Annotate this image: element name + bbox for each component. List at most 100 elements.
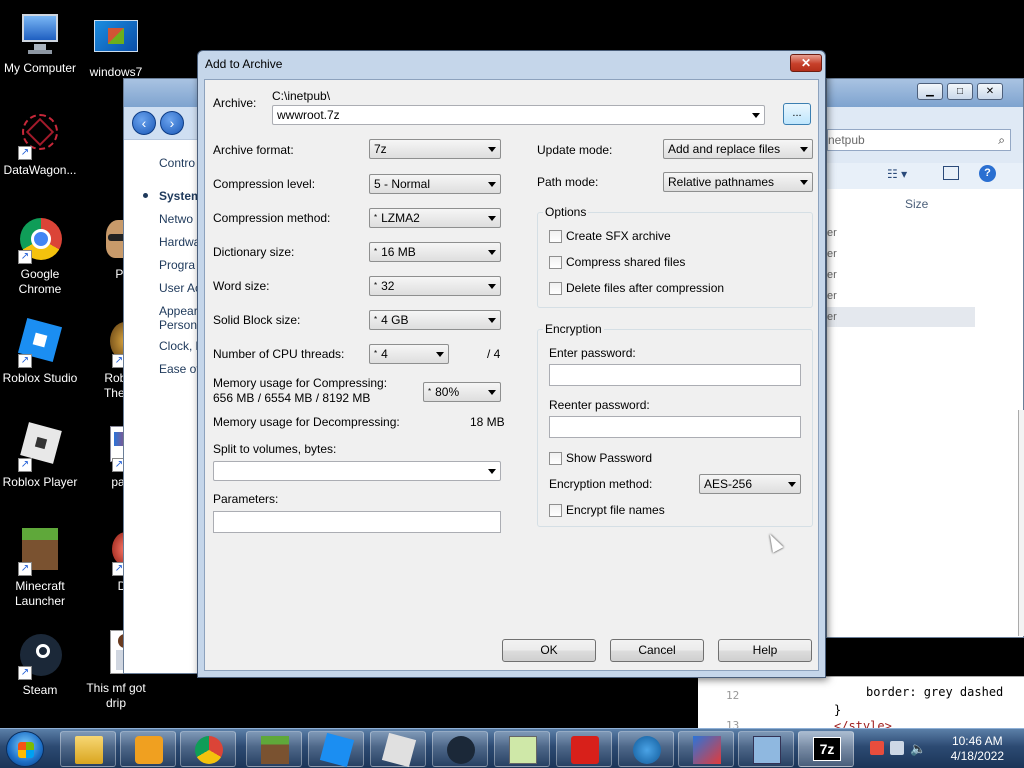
back-arrow-icon[interactable]: ‹ <box>132 111 156 135</box>
desktop-icon-windows7[interactable]: windows7 <box>76 14 156 80</box>
encryption-method-value: AES-256 <box>704 477 753 491</box>
list-item[interactable]: er <box>827 227 837 239</box>
taskbar-paint[interactable] <box>678 731 734 767</box>
taskbar-steam[interactable] <box>432 731 488 767</box>
sidebar-item[interactable]: Hardwa <box>159 235 200 249</box>
desktop-icon-steam[interactable]: ↗ Steam <box>0 632 80 698</box>
taskbar-roblox-player[interactable] <box>370 731 426 768</box>
create-sfx-label: Create SFX archive <box>566 229 671 243</box>
taskbar-notepad-plus[interactable] <box>494 731 550 767</box>
encryption-method-select[interactable]: AES-256 <box>699 474 801 494</box>
close-icon[interactable]: ✕ <box>977 83 1003 100</box>
solid-block-size-select[interactable]: * 4 GB <box>369 310 501 330</box>
default-mark-icon: * <box>374 247 378 256</box>
taskbar-minecraft[interactable] <box>246 731 302 767</box>
ok-button[interactable]: OK <box>502 639 596 662</box>
desktop-icon-my-computer[interactable]: My Computer <box>0 10 80 76</box>
archive-name-combo[interactable]: wwwroot.7z <box>272 105 765 125</box>
chevron-down-icon <box>436 352 444 357</box>
taskbar-roblox-studio[interactable] <box>308 731 364 768</box>
file-list: Size er er er er er <box>827 189 1023 637</box>
list-item[interactable]: er <box>827 290 837 302</box>
compression-method-select[interactable]: * LZMA2 <box>369 208 501 228</box>
path-mode-select[interactable]: Relative pathnames <box>663 172 813 192</box>
cpu-threads-select[interactable]: * 4 <box>369 344 449 364</box>
search-input[interactable]: netpub ⌕ <box>827 129 1011 151</box>
computer-icon <box>16 10 64 58</box>
list-item[interactable]: er <box>827 269 837 281</box>
browse-button[interactable]: ... <box>783 103 811 125</box>
update-mode-select[interactable]: Add and replace files <box>663 139 813 159</box>
search-icon: ⌕ <box>998 133 1005 147</box>
taskbar-chrome[interactable] <box>180 731 236 767</box>
sidebar-item-system[interactable]: System <box>159 189 202 203</box>
desktop-icon-datawagon[interactable]: ↗ DataWagon... <box>0 112 80 178</box>
create-sfx-checkbox[interactable]: Create SFX archive <box>549 229 671 243</box>
encrypt-names-checkbox[interactable]: Encrypt file names <box>549 503 665 517</box>
cancel-button[interactable]: Cancel <box>610 639 704 662</box>
reenter-password-input[interactable] <box>549 416 801 438</box>
close-button[interactable]: ✕ <box>790 54 822 72</box>
dictionary-size-label: Dictionary size: <box>213 245 295 259</box>
cpu-threads-value: 4 <box>381 347 388 361</box>
action-center-icon[interactable] <box>870 741 884 755</box>
roblox-player-icon <box>381 732 417 768</box>
forward-arrow-icon[interactable]: › <box>160 111 184 135</box>
preview-pane-icon[interactable] <box>943 166 959 180</box>
compression-level-select[interactable]: 5 - Normal <box>369 174 501 194</box>
sidebar-item[interactable]: Netwo <box>159 212 193 226</box>
help-icon[interactable]: ? <box>979 165 996 182</box>
maximize-icon[interactable]: □ <box>947 83 973 100</box>
sidebar-item[interactable]: Clock, l <box>159 339 198 353</box>
sidebar-item[interactable]: User Ac <box>159 281 201 295</box>
system-tray: 🔈 10:46 AM 4/18/2022 <box>862 729 1024 768</box>
delete-after-checkbox[interactable]: Delete files after compression <box>549 281 724 295</box>
minimize-icon[interactable]: ▁ <box>917 83 943 100</box>
memory-decompress-label: Memory usage for Decompressing: <box>213 415 400 429</box>
network-icon[interactable] <box>890 741 904 755</box>
taskbar-internet[interactable] <box>618 731 674 767</box>
desktop-icon-roblox-studio[interactable]: ↗ Roblox Studio <box>0 317 80 386</box>
help-button[interactable]: Help <box>718 639 812 662</box>
checkbox-icon <box>549 281 562 295</box>
chevron-down-icon <box>488 390 496 395</box>
compress-shared-checkbox[interactable]: Compress shared files <box>549 255 685 269</box>
taskbar-control-panel[interactable] <box>738 731 794 767</box>
taskbar-explorer[interactable] <box>60 731 116 767</box>
enter-password-input[interactable] <box>549 364 801 386</box>
archive-format-select[interactable]: 7z <box>369 139 501 159</box>
dictionary-size-value: 16 MB <box>381 245 416 259</box>
dictionary-size-select[interactable]: * 16 MB <box>369 242 501 262</box>
chrome-icon <box>195 736 223 764</box>
code-line: border: grey dashed <box>866 685 1004 699</box>
sidebar-item[interactable]: Contro <box>159 156 195 170</box>
show-password-checkbox[interactable]: Show Password <box>549 451 652 465</box>
compress-shared-label: Compress shared files <box>566 255 686 269</box>
sidebar-item[interactable]: Progra <box>159 258 195 272</box>
split-volumes-combo[interactable] <box>213 461 501 481</box>
start-button[interactable] <box>6 731 44 767</box>
word-size-select[interactable]: * 32 <box>369 276 501 296</box>
compression-method-value: LZMA2 <box>381 211 420 225</box>
memory-usage-select[interactable]: * 80% <box>423 382 501 402</box>
explorer-toolbar: ☷ ▾ ? <box>827 163 1023 189</box>
parameters-label: Parameters: <box>213 492 279 506</box>
clock[interactable]: 10:46 AM 4/18/2022 <box>951 734 1004 764</box>
volume-icon[interactable]: 🔈 <box>910 741 926 757</box>
taskbar-media-player[interactable] <box>120 731 176 767</box>
split-volumes-label: Split to volumes, bytes: <box>213 442 337 456</box>
view-options-icon[interactable]: ☷ ▾ <box>887 167 907 181</box>
taskbar-7zip[interactable]: 7z <box>798 731 854 767</box>
sidebar-item[interactable]: Ease of <box>159 362 200 376</box>
image-file-icon <box>92 14 140 62</box>
desktop-icon-roblox-player[interactable]: ↗ Roblox Player <box>0 422 80 490</box>
desktop-icon-google-chrome[interactable]: ↗ Google Chrome <box>0 216 80 297</box>
memory-compress-value: 656 MB / 6554 MB / 8192 MB <box>213 391 371 405</box>
list-item[interactable]: er <box>827 248 837 260</box>
parameters-input[interactable] <box>213 511 501 533</box>
column-header-size[interactable]: Size <box>905 197 928 211</box>
list-item-selected[interactable]: er <box>827 307 975 327</box>
taskbar-app-d[interactable] <box>556 731 612 767</box>
desktop-icon-minecraft-launcher[interactable]: ↗ Minecraft Launcher <box>0 528 80 609</box>
sidebar-item[interactable]: Appear <box>159 304 198 318</box>
